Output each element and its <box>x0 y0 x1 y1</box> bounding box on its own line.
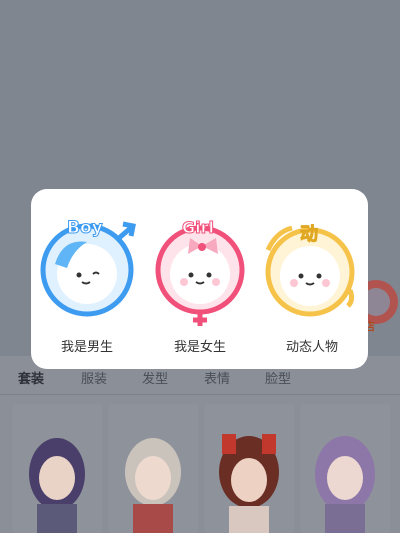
dynamic-badge-text: 动 <box>300 224 319 246</box>
boy-badge-text: Boy <box>67 218 104 239</box>
character-thumbnail[interactable] <box>204 404 294 533</box>
tab-expression[interactable]: 表情 <box>204 368 230 387</box>
boy-option-label: 我是男生 <box>60 340 113 355</box>
dynamic-option-label: 动态人物 <box>285 340 338 355</box>
character-thumbnail[interactable] <box>12 404 102 533</box>
character-thumbnail[interactable] <box>108 404 198 533</box>
girl-badge-text: Girl <box>182 218 215 238</box>
dynamic-character-option[interactable]: 动 动态人物 <box>262 220 362 355</box>
girl-option[interactable]: Girl 我是女生 <box>150 218 250 355</box>
tab-outfit[interactable]: 套装 <box>18 368 44 387</box>
tab-clothing[interactable]: 服装 <box>81 368 107 387</box>
boy-option[interactable]: Boy 我是男生 <box>37 218 137 355</box>
tab-divider <box>0 394 400 395</box>
tab-hairstyle[interactable]: 发型 <box>142 368 168 387</box>
character-thumbnail[interactable] <box>300 404 390 533</box>
girl-option-label: 我是女生 <box>173 340 226 355</box>
tab-face-shape[interactable]: 脸型 <box>265 368 291 387</box>
